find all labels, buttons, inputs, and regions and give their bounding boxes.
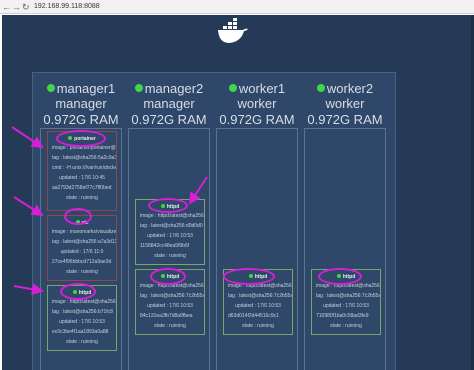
visualizer-page: manager1 manager 0.972G RAM manager2 man… — [2, 15, 472, 370]
annotation-arrows — [11, 126, 208, 296]
reload-icon[interactable]: ↻ — [22, 2, 30, 12]
arrow-right-icon[interactable]: → — [12, 2, 21, 12]
arrow-icon — [188, 176, 208, 205]
url-field[interactable]: 192.168.99.118:8088 — [34, 2, 100, 12]
browser-address-bar: ← → ↻ 192.168.99.118:8088 — [0, 0, 474, 14]
arrow-left-icon[interactable]: ← — [2, 2, 11, 12]
arrow-icon — [13, 196, 44, 217]
arrow-icon — [13, 283, 44, 296]
arrow-icon — [11, 126, 44, 149]
